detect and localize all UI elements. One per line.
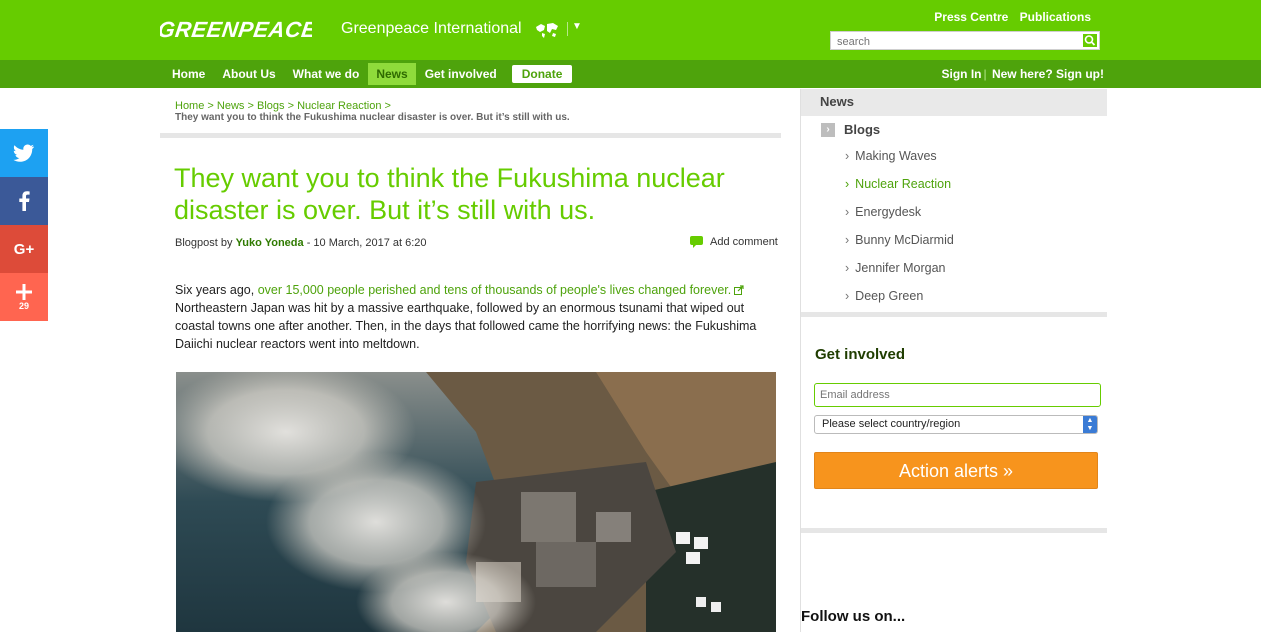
byline: Blogpost by Yuko Yoneda - 10 March, 2017… (175, 237, 427, 249)
sidebar-item-jennifer-morgan[interactable]: › Jennifer Morgan (845, 261, 954, 289)
divider (160, 133, 781, 138)
country-select[interactable]: Please select country/region ▲ ▼ (814, 415, 1098, 434)
action-alerts-button[interactable]: Action alerts » (814, 452, 1098, 489)
body-intro: Six years ago, (175, 283, 255, 297)
googleplus-icon: G+ (13, 240, 35, 258)
chevron-right-icon: › (821, 122, 835, 137)
sign-up-link[interactable]: Sign up! (1056, 67, 1104, 81)
plus-icon (16, 283, 32, 300)
new-here-label: New here? (991, 67, 1053, 81)
sidebar-item-energydesk[interactable]: › Energydesk (845, 205, 954, 233)
blog-label: Making Waves (855, 149, 937, 163)
chevron-right-icon: › (845, 205, 850, 219)
svg-text:GREENPEACE: GREENPEACE (160, 17, 312, 42)
nav-about-us[interactable]: About Us (214, 63, 283, 85)
sidebar-blogs-label: Blogs (844, 122, 881, 137)
facebook-share-button[interactable] (0, 177, 48, 225)
search-input[interactable] (831, 33, 1079, 51)
chevron-right-icon: › (845, 149, 850, 163)
publications-link[interactable]: Publications (1020, 10, 1091, 24)
blog-label: Energydesk (855, 205, 922, 219)
greenpeace-logo[interactable]: GREENPEACE (160, 14, 312, 44)
divider (801, 312, 1107, 317)
search-icon (1084, 35, 1096, 46)
sidebar-item-blogs[interactable]: › Blogs (821, 122, 880, 137)
get-involved-title: Get involved (815, 346, 906, 363)
top-links: Press Centre Publications (926, 10, 1091, 24)
chevron-right-icon: › (845, 177, 850, 191)
divider (801, 528, 1107, 533)
article-title: They want you to think the Fukushima nuc… (174, 163, 725, 225)
body-rest: Northeastern Japan was hit by a massive … (175, 301, 757, 351)
nav-items: Home About Us What we do News Get involv… (164, 60, 573, 88)
twitter-share-button[interactable] (0, 129, 48, 177)
article-photo (176, 372, 776, 632)
twitter-icon (13, 144, 34, 162)
blog-list: › Making Waves › Nuclear Reaction › Energyd… (845, 149, 954, 317)
body-link[interactable]: over 15,000 people perished and tens of … (258, 283, 732, 297)
divider (567, 22, 568, 36)
sidebar-item-bunny-mcdiarmid[interactable]: › Bunny McDiarmid (845, 233, 954, 261)
post-type: Blogpost (175, 237, 218, 249)
chevron-down-icon[interactable]: ▼ (572, 21, 582, 32)
select-arrows-icon: ▲ ▼ (1083, 416, 1097, 433)
blog-label: Deep Green (855, 289, 924, 303)
press-centre-link[interactable]: Press Centre (934, 10, 1008, 24)
account-links: Sign In | New here? Sign up! (941, 67, 1105, 81)
author-link[interactable]: Yuko Yoneda (236, 237, 304, 249)
breadcrumb-separator: > (384, 100, 391, 112)
nav-news[interactable]: News (368, 63, 416, 85)
site-title[interactable]: Greenpeace International (341, 20, 522, 38)
chevron-right-icon: › (845, 261, 850, 275)
search-box (830, 31, 1100, 51)
follow-us-title: Follow us on... (801, 608, 906, 625)
search-button[interactable] (1082, 33, 1098, 48)
top-header: GREENPEACE Greenpeace International ▼ Pr… (0, 0, 1261, 60)
sidebar-border (800, 89, 801, 632)
breadcrumb-current: They want you to think the Fukushima nuc… (175, 112, 570, 123)
sidebar-item-nuclear-reaction[interactable]: › Nuclear Reaction (845, 177, 954, 205)
breadcrumb-separator: > (287, 100, 295, 112)
blog-label: Jennifer Morgan (855, 261, 946, 275)
share-more-button[interactable]: 29 (0, 273, 48, 321)
donate-button[interactable]: Donate (511, 65, 573, 83)
blog-label: Bunny McDiarmid (855, 233, 954, 247)
sidebar-news-title[interactable]: News (820, 94, 854, 109)
nav-what-we-do[interactable]: What we do (285, 63, 368, 85)
chevron-right-icon: › (845, 289, 850, 303)
globe-icon[interactable] (534, 21, 560, 39)
post-date: - 10 March, 2017 at 6:20 (306, 237, 427, 249)
breadcrumb-home[interactable]: Home (175, 100, 204, 112)
main-nav: Home About Us What we do News Get involv… (0, 60, 1261, 88)
share-count: 29 (18, 300, 29, 311)
country-select-value: Please select country/region (822, 418, 961, 430)
chevron-right-icon: › (845, 233, 850, 247)
external-link-icon (734, 285, 744, 295)
sign-in-link[interactable]: Sign In (942, 67, 982, 81)
breadcrumb: Home > News > Blogs > Nuclear Reaction > (175, 100, 391, 112)
nav-get-involved[interactable]: Get involved (417, 63, 505, 85)
email-field[interactable] (814, 383, 1101, 407)
breadcrumb-blogs[interactable]: Blogs (257, 100, 285, 112)
breadcrumb-nuclear-reaction[interactable]: Nuclear Reaction (297, 100, 381, 112)
comment-icon (690, 236, 703, 248)
article-body: Six years ago, over 15,000 people perish… (175, 281, 779, 353)
add-comment-link[interactable]: Add comment (690, 236, 778, 248)
breadcrumb-separator: > (207, 100, 214, 112)
blog-label: Nuclear Reaction (855, 177, 952, 191)
breadcrumb-separator: > (247, 100, 254, 112)
by-label: by (220, 237, 233, 249)
nav-home[interactable]: Home (164, 63, 213, 85)
sidebar-item-making-waves[interactable]: › Making Waves (845, 149, 954, 177)
facebook-icon (19, 191, 30, 211)
add-comment-label: Add comment (710, 236, 778, 248)
googleplus-share-button[interactable]: G+ (0, 225, 48, 273)
breadcrumb-news[interactable]: News (217, 100, 245, 112)
